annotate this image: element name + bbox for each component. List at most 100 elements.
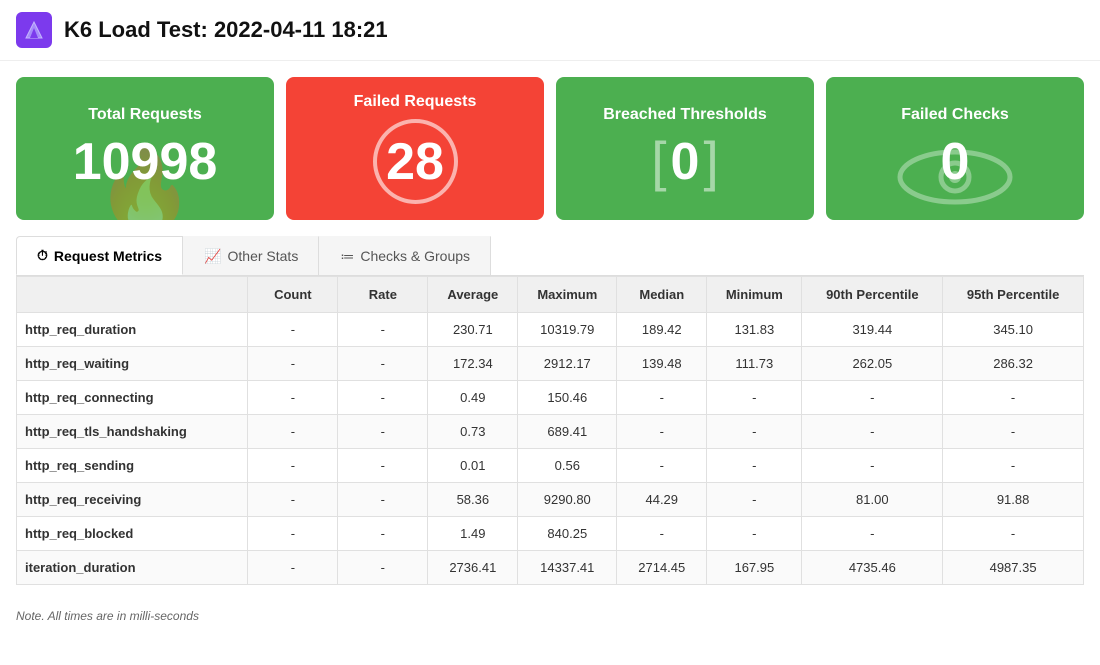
metric-value: - bbox=[248, 517, 338, 551]
metric-value: - bbox=[617, 449, 707, 483]
metric-value: - bbox=[338, 449, 428, 483]
metric-value: - bbox=[617, 415, 707, 449]
metric-value: 0.73 bbox=[428, 415, 518, 449]
metric-name: iteration_duration bbox=[17, 551, 248, 585]
tab-checks-groups-label: Checks & Groups bbox=[360, 248, 470, 264]
stats-row: Total Requests 10998 🔥 Failed Requests 2… bbox=[0, 61, 1100, 236]
metric-value: 2912.17 bbox=[518, 347, 617, 381]
metric-value: - bbox=[338, 347, 428, 381]
col-header-rate: Rate bbox=[338, 277, 428, 313]
tab-request-metrics[interactable]: ⏱ Request Metrics bbox=[16, 236, 183, 275]
failed-checks-title: Failed Checks bbox=[901, 106, 1009, 124]
header: K6 Load Test: 2022-04-11 18:21 bbox=[0, 0, 1100, 61]
metric-value: - bbox=[338, 313, 428, 347]
col-header-average: Average bbox=[428, 277, 518, 313]
metric-value: 0.01 bbox=[428, 449, 518, 483]
total-requests-card: Total Requests 10998 🔥 bbox=[16, 77, 274, 220]
metric-value: 172.34 bbox=[428, 347, 518, 381]
metric-value: - bbox=[707, 381, 802, 415]
col-header-minimum: Minimum bbox=[707, 277, 802, 313]
failed-requests-title: Failed Requests bbox=[354, 93, 477, 111]
metric-value: 0.56 bbox=[518, 449, 617, 483]
metric-value: - bbox=[707, 483, 802, 517]
metric-value: - bbox=[338, 415, 428, 449]
table-row: http_req_blocked--1.49840.25---- bbox=[17, 517, 1084, 551]
chart-icon: 📈 bbox=[204, 248, 221, 265]
metric-value: - bbox=[617, 381, 707, 415]
metric-value: 14337.41 bbox=[518, 551, 617, 585]
threshold-icon-wrapper: [ 0 ] bbox=[651, 132, 718, 192]
metric-value: - bbox=[248, 449, 338, 483]
col-header-maximum: Maximum bbox=[518, 277, 617, 313]
metric-value: - bbox=[802, 381, 943, 415]
failed-requests-card: Failed Requests 28 bbox=[286, 77, 544, 220]
metric-value: - bbox=[338, 483, 428, 517]
metric-value: 150.46 bbox=[518, 381, 617, 415]
metric-name: http_req_receiving bbox=[17, 483, 248, 517]
col-header-p90: 90th Percentile bbox=[802, 277, 943, 313]
col-header-name bbox=[17, 277, 248, 313]
tab-other-stats[interactable]: 📈 Other Stats bbox=[183, 236, 319, 275]
metric-value: - bbox=[248, 483, 338, 517]
table-row: http_req_waiting--172.342912.17139.48111… bbox=[17, 347, 1084, 381]
metric-value: - bbox=[248, 381, 338, 415]
metric-name: http_req_blocked bbox=[17, 517, 248, 551]
metric-value: 1.49 bbox=[428, 517, 518, 551]
table-row: iteration_duration--2736.4114337.412714.… bbox=[17, 551, 1084, 585]
metric-value: 81.00 bbox=[802, 483, 943, 517]
metric-value: - bbox=[802, 517, 943, 551]
metric-value: 319.44 bbox=[802, 313, 943, 347]
metric-value: 286.32 bbox=[943, 347, 1084, 381]
metric-value: - bbox=[707, 517, 802, 551]
metric-value: 189.42 bbox=[617, 313, 707, 347]
metric-value: 345.10 bbox=[943, 313, 1084, 347]
list-icon: ≔ bbox=[340, 248, 354, 265]
metrics-table-container: Count Rate Average Maximum Median Minimu… bbox=[0, 276, 1100, 601]
tab-checks-groups[interactable]: ≔ Checks & Groups bbox=[319, 236, 491, 275]
app-logo bbox=[16, 12, 52, 48]
metric-name: http_req_tls_handshaking bbox=[17, 415, 248, 449]
col-header-median: Median bbox=[617, 277, 707, 313]
failed-checks-value: 0 bbox=[941, 132, 970, 192]
metric-value: 840.25 bbox=[518, 517, 617, 551]
metric-name: http_req_sending bbox=[17, 449, 248, 483]
metric-value: 0.49 bbox=[428, 381, 518, 415]
metric-value: 230.71 bbox=[428, 313, 518, 347]
metric-value: 131.83 bbox=[707, 313, 802, 347]
table-note: Note. All times are in milli-seconds bbox=[0, 601, 1100, 631]
tab-request-metrics-label: Request Metrics bbox=[54, 248, 162, 264]
metric-value: 44.29 bbox=[617, 483, 707, 517]
metric-value: - bbox=[943, 449, 1084, 483]
table-row: http_req_connecting--0.49150.46---- bbox=[17, 381, 1084, 415]
total-requests-value: 10998 bbox=[73, 132, 218, 192]
metrics-table: Count Rate Average Maximum Median Minimu… bbox=[16, 276, 1084, 585]
bracket-left-icon: [ bbox=[651, 134, 666, 189]
metric-value: - bbox=[248, 313, 338, 347]
metric-name: http_req_waiting bbox=[17, 347, 248, 381]
metric-value: - bbox=[248, 551, 338, 585]
metric-value: 167.95 bbox=[707, 551, 802, 585]
metric-value: 9290.80 bbox=[518, 483, 617, 517]
metric-value: - bbox=[802, 415, 943, 449]
metric-value: 91.88 bbox=[943, 483, 1084, 517]
table-row: http_req_tls_handshaking--0.73689.41---- bbox=[17, 415, 1084, 449]
metric-value: - bbox=[707, 415, 802, 449]
metric-value: - bbox=[707, 449, 802, 483]
metric-value: - bbox=[338, 381, 428, 415]
failed-checks-content: 0 bbox=[941, 132, 970, 192]
col-header-count: Count bbox=[248, 277, 338, 313]
metric-value: - bbox=[617, 517, 707, 551]
metric-name: http_req_duration bbox=[17, 313, 248, 347]
metric-value: 262.05 bbox=[802, 347, 943, 381]
metric-name: http_req_connecting bbox=[17, 381, 248, 415]
metric-value: 2736.41 bbox=[428, 551, 518, 585]
metric-value: 139.48 bbox=[617, 347, 707, 381]
table-header-row: Count Rate Average Maximum Median Minimu… bbox=[17, 277, 1084, 313]
metric-value: 4987.35 bbox=[943, 551, 1084, 585]
metric-value: 4735.46 bbox=[802, 551, 943, 585]
tab-other-stats-label: Other Stats bbox=[228, 248, 299, 264]
metric-value: 58.36 bbox=[428, 483, 518, 517]
metric-value: - bbox=[338, 517, 428, 551]
table-row: http_req_receiving--58.369290.8044.29-81… bbox=[17, 483, 1084, 517]
metric-value: 689.41 bbox=[518, 415, 617, 449]
